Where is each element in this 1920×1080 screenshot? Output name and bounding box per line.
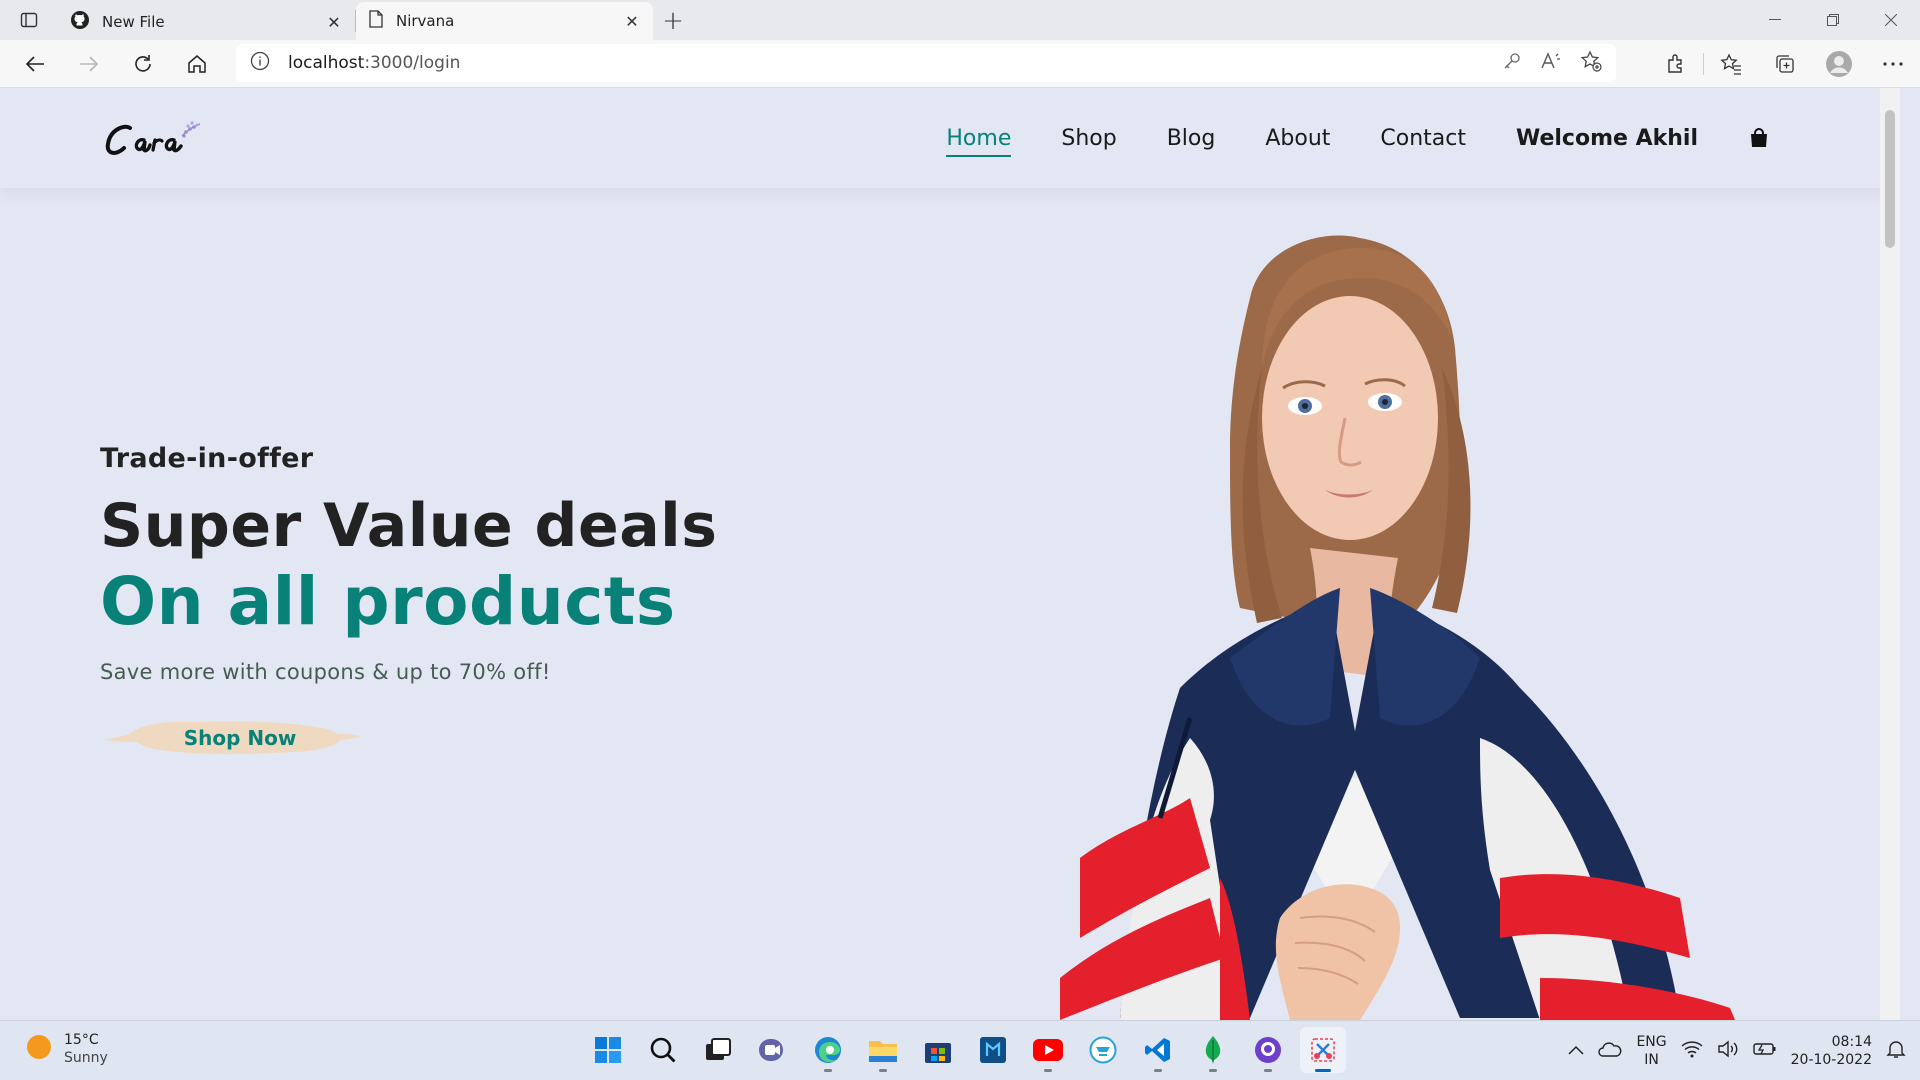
search-icon[interactable] xyxy=(640,1027,686,1073)
whatsapp-style-icon[interactable] xyxy=(1080,1027,1126,1073)
battery-icon[interactable] xyxy=(1752,1041,1777,1061)
read-aloud-icon[interactable] xyxy=(1540,51,1562,76)
tab-nirvana[interactable]: Nirvana ✕ xyxy=(356,2,653,40)
refresh-icon[interactable] xyxy=(116,44,170,84)
close-tab-icon[interactable]: ✕ xyxy=(325,13,343,32)
file-explorer-icon[interactable] xyxy=(860,1027,906,1073)
hero-headline: Super Value deals xyxy=(100,491,718,561)
chevron-up-icon[interactable] xyxy=(1568,1043,1584,1059)
url-text: localhost:3000/login xyxy=(288,53,460,73)
hero-kicker: Trade-in-offer xyxy=(100,443,314,474)
more-menu-icon[interactable] xyxy=(1866,42,1920,86)
clock[interactable]: 08:14 20-10-2022 xyxy=(1791,1033,1872,1069)
github-desktop-icon[interactable] xyxy=(1245,1027,1291,1073)
welcome-user: Welcome Akhil xyxy=(1515,125,1698,151)
new-tab-button[interactable]: + xyxy=(653,2,693,40)
youtube-icon[interactable] xyxy=(1025,1027,1071,1073)
language-code: ENG xyxy=(1636,1034,1667,1050)
web-page: Home Shop Blog About Contact Welcome Akh… xyxy=(0,88,1900,1020)
restore-icon[interactable] xyxy=(1804,0,1862,40)
tab-new-file[interactable]: New File ✕ xyxy=(58,4,355,40)
site-info-icon[interactable] xyxy=(250,51,270,76)
mongodb-compass-icon[interactable] xyxy=(1190,1027,1236,1073)
nav-shop[interactable]: Shop xyxy=(1061,126,1116,151)
profile-avatar[interactable] xyxy=(1812,42,1866,86)
page-scrollbar[interactable] xyxy=(1880,88,1900,1020)
key-icon[interactable] xyxy=(1502,51,1522,76)
close-window-icon[interactable] xyxy=(1862,0,1920,40)
shop-now-label: Shop Now xyxy=(183,726,297,750)
url-path: :3000/login xyxy=(364,53,461,73)
input-language[interactable]: ENG IN xyxy=(1636,1033,1666,1069)
hero-model-image xyxy=(1060,235,1735,1020)
back-icon[interactable] xyxy=(8,44,62,84)
sun-icon xyxy=(26,1034,52,1064)
collections-icon[interactable] xyxy=(1758,42,1812,86)
hero-highlight: On all products xyxy=(100,563,676,640)
url-host: localhost xyxy=(288,53,365,73)
window-controls xyxy=(1746,0,1920,40)
home-icon[interactable] xyxy=(170,44,224,84)
start-button-icon[interactable] xyxy=(585,1027,631,1073)
notification-settings-icon[interactable] xyxy=(1886,1039,1906,1063)
azure-studio-icon[interactable] xyxy=(970,1027,1016,1073)
vscode-icon[interactable] xyxy=(1135,1027,1181,1073)
favorites-icon[interactable] xyxy=(1704,42,1758,86)
forward-icon[interactable] xyxy=(62,44,116,84)
site-header: Home Shop Blog About Contact Welcome Akh… xyxy=(0,88,1900,188)
weather-widget[interactable]: 15°C Sunny xyxy=(26,1031,108,1067)
snipping-tool-icon[interactable] xyxy=(1300,1027,1346,1073)
windows-taskbar: 15°C Sunny ENG IN 08:14 20-10-2022 xyxy=(0,1020,1920,1080)
nav-about[interactable]: About xyxy=(1265,126,1330,151)
close-tab-icon[interactable]: ✕ xyxy=(623,12,641,31)
region-code: IN xyxy=(1644,1052,1659,1068)
browser-tab-bar: New File ✕ Nirvana ✕ + xyxy=(0,0,1920,40)
page-icon xyxy=(368,10,384,32)
address-bar[interactable]: localhost:3000/login xyxy=(236,44,1616,82)
onedrive-icon[interactable] xyxy=(1598,1041,1622,1061)
clock-date: 20-10-2022 xyxy=(1790,1052,1872,1068)
cara-logo[interactable] xyxy=(100,110,230,170)
tab-title: New File xyxy=(102,13,165,31)
clock-time: 08:14 xyxy=(1831,1034,1872,1050)
hero-subtext: Save more with coupons & up to 70% off! xyxy=(100,660,551,684)
system-tray: ENG IN 08:14 20-10-2022 xyxy=(1568,1021,1906,1080)
nav-blog[interactable]: Blog xyxy=(1167,126,1216,151)
teams-chat-icon[interactable] xyxy=(750,1027,796,1073)
volume-icon[interactable] xyxy=(1717,1040,1739,1062)
nav-home[interactable]: Home xyxy=(946,126,1011,157)
task-view-icon[interactable] xyxy=(695,1027,741,1073)
extensions-icon[interactable] xyxy=(1649,42,1703,86)
scrollbar-thumb[interactable] xyxy=(1885,110,1895,248)
wifi-icon[interactable] xyxy=(1681,1040,1703,1062)
favorite-add-icon[interactable] xyxy=(1580,49,1602,77)
nav-contact[interactable]: Contact xyxy=(1380,126,1466,151)
toolbar-right xyxy=(1649,40,1920,88)
address-bar-actions xyxy=(1502,49,1602,77)
taskbar-apps xyxy=(585,1027,1346,1073)
github-icon xyxy=(70,10,90,34)
weather-temp: 15°C xyxy=(64,1032,99,1048)
shop-now-button[interactable]: Shop Now xyxy=(100,706,380,770)
minimize-icon[interactable] xyxy=(1746,0,1804,40)
browser-toolbar: localhost:3000/login xyxy=(0,40,1920,88)
hero-section: Trade-in-offer Super Value deals On all … xyxy=(100,443,717,770)
cara-logo-mark xyxy=(105,121,201,155)
tab-title: Nirvana xyxy=(396,12,455,30)
weather-condition: Sunny xyxy=(64,1050,108,1066)
shopping-bag-icon[interactable] xyxy=(1748,126,1770,150)
microsoft-store-icon[interactable] xyxy=(915,1027,961,1073)
main-nav: Home Shop Blog About Contact Welcome Akh… xyxy=(946,88,1770,188)
tab-actions-icon[interactable] xyxy=(0,0,58,40)
edge-browser-icon[interactable] xyxy=(805,1027,851,1073)
